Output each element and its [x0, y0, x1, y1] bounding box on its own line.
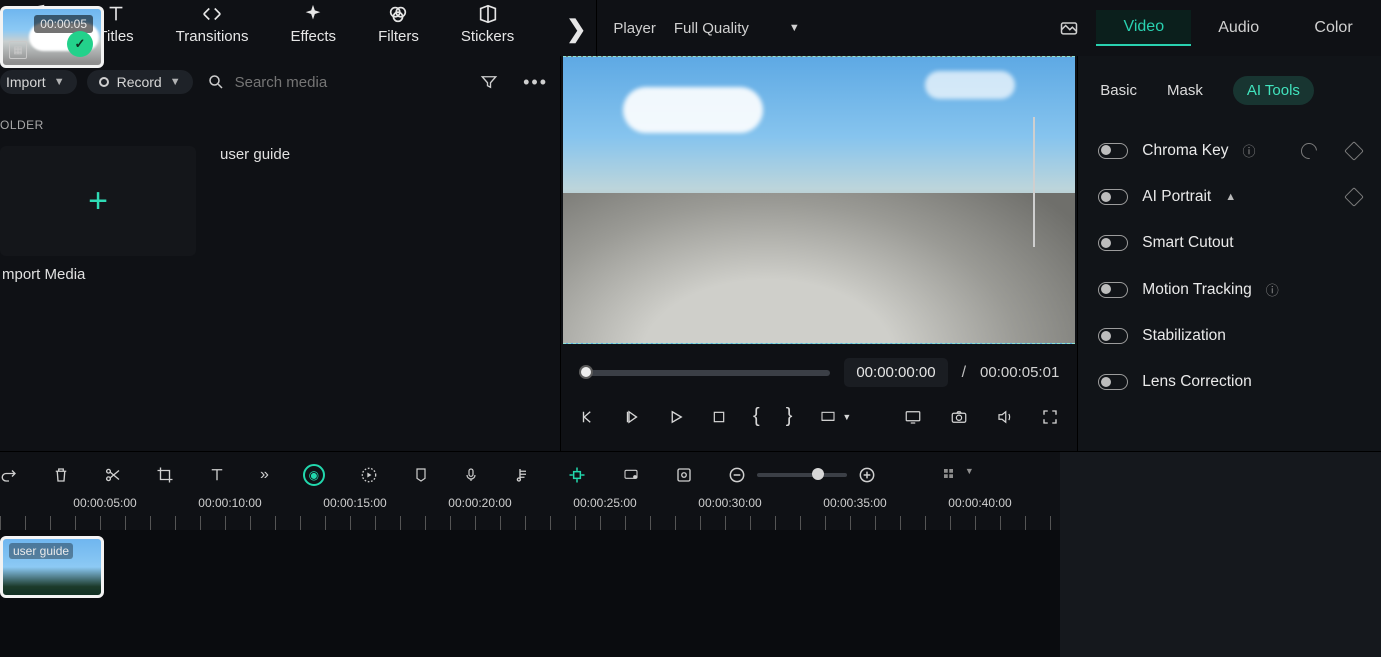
camera-snapshot-button[interactable]: [949, 408, 969, 426]
timeline-ruler[interactable]: 00:00:05:00 00:00:10:00 00:00:15:00 00:0…: [0, 496, 1060, 530]
stop-button[interactable]: [711, 409, 727, 425]
marker-button[interactable]: [413, 466, 429, 484]
audio-beat-button[interactable]: [513, 466, 533, 484]
chevron-down-icon: ▼: [170, 76, 181, 88]
text-icon: [105, 2, 127, 26]
ai-assistant-button[interactable]: ◉: [303, 464, 325, 486]
volume-button[interactable]: [995, 408, 1015, 426]
total-duration: 00:00:05:01: [980, 364, 1059, 381]
right-tab-audio[interactable]: Audio: [1191, 11, 1286, 45]
ai-lens-correction-row: Lens Correction: [1096, 359, 1363, 405]
info-icon[interactable]: ⓘ: [1242, 141, 1255, 160]
speed-button[interactable]: [359, 465, 379, 485]
transitions-icon: [201, 2, 223, 26]
record-dropdown[interactable]: Record▼: [87, 70, 193, 94]
right-tab-video[interactable]: Video: [1096, 10, 1191, 46]
more-tabs-arrow-icon[interactable]: ❯: [566, 15, 586, 44]
zoom-in-button[interactable]: [857, 465, 877, 485]
quality-dropdown[interactable]: Full Quality ▼: [674, 20, 800, 37]
ai-smart-cutout-row: Smart Cutout: [1096, 220, 1363, 266]
subtab-basic[interactable]: Basic: [1100, 82, 1137, 99]
redo-button[interactable]: [0, 466, 18, 484]
play-backward-button[interactable]: [623, 408, 641, 426]
lens-correction-toggle[interactable]: [1098, 374, 1128, 390]
voiceover-button[interactable]: [463, 465, 479, 485]
reset-icon[interactable]: [1298, 139, 1321, 162]
info-icon[interactable]: ⓘ: [1266, 280, 1279, 299]
current-time: 00:00:00:00: [844, 358, 947, 387]
search-input[interactable]: [235, 74, 415, 91]
subtab-mask[interactable]: Mask: [1167, 82, 1203, 99]
player-label: Player: [613, 20, 656, 37]
zoom-out-button[interactable]: [727, 465, 747, 485]
tab-effects[interactable]: Effects: [290, 2, 336, 45]
fullscreen-button[interactable]: [1041, 408, 1059, 426]
record-dot-icon: [99, 77, 109, 87]
mark-out-button[interactable]: }: [786, 405, 793, 428]
snapshot-icon[interactable]: [1058, 18, 1080, 38]
chroma-key-toggle[interactable]: [1098, 143, 1128, 159]
split-button[interactable]: [104, 466, 122, 484]
stickers-icon: [477, 2, 499, 26]
subtab-ai-tools[interactable]: AI Tools: [1233, 76, 1314, 105]
video-preview[interactable]: [563, 56, 1075, 344]
import-media-label: mport Media: [0, 266, 196, 283]
delete-button[interactable]: [52, 466, 70, 484]
stabilization-toggle[interactable]: [1098, 328, 1128, 344]
filters-icon: [387, 2, 409, 26]
search-icon: [207, 73, 225, 91]
crop-button[interactable]: [156, 466, 174, 484]
clip-duration-badge: 00:00:05: [34, 15, 93, 33]
layout-dropdown[interactable]: ▼: [818, 409, 851, 425]
keyframe-icon[interactable]: [1344, 187, 1364, 207]
filter-icon[interactable]: [479, 73, 499, 91]
text-button[interactable]: [208, 466, 226, 484]
keyframe-icon[interactable]: [1344, 141, 1364, 161]
ai-stabilization-row: Stabilization: [1096, 313, 1363, 359]
chevron-down-icon: ▼: [54, 76, 65, 88]
collapse-icon[interactable]: ▲: [1225, 191, 1236, 203]
keyframe-tool-button[interactable]: [621, 467, 641, 483]
display-settings-button[interactable]: [903, 408, 923, 426]
timeline-clip[interactable]: user guide: [0, 536, 104, 598]
tab-filters[interactable]: Filters: [378, 2, 419, 45]
more-tools-button[interactable]: »: [260, 466, 269, 484]
checkmark-icon: ✓: [67, 31, 93, 57]
more-options-icon[interactable]: •••: [523, 72, 548, 93]
folder-header: OLDER: [0, 108, 560, 146]
clip-label: user guide: [218, 146, 414, 163]
tab-stickers[interactable]: Stickers: [461, 2, 514, 45]
motion-tracking-toggle[interactable]: [1098, 282, 1128, 298]
ai-motion-tracking-row: Motion Tracking ⓘ: [1096, 266, 1363, 313]
auto-reframe-button[interactable]: [567, 465, 587, 485]
prev-frame-button[interactable]: [579, 408, 597, 426]
import-media-tile[interactable]: +: [0, 146, 196, 256]
tab-transitions[interactable]: Transitions: [176, 2, 249, 45]
right-tab-color[interactable]: Color: [1286, 11, 1381, 45]
zoom-slider[interactable]: [757, 473, 847, 477]
smart-cutout-toggle[interactable]: [1098, 235, 1128, 251]
plus-icon: +: [88, 182, 108, 221]
adjustment-button[interactable]: [675, 466, 693, 484]
media-clip-thumbnail[interactable]: 00:00:05 ▦ ✓: [0, 6, 104, 68]
ai-chroma-key-row: Chroma Key ⓘ: [1096, 127, 1363, 174]
play-button[interactable]: [667, 408, 685, 426]
playback-scrubber[interactable]: [579, 370, 830, 376]
chevron-down-icon: ▼: [789, 22, 800, 34]
track-view-button[interactable]: ▼: [941, 466, 974, 484]
sparkle-icon: [302, 2, 324, 26]
mark-in-button[interactable]: {: [753, 405, 760, 428]
video-type-icon: ▦: [9, 41, 27, 59]
ai-portrait-row: AI Portrait ▲: [1096, 174, 1363, 220]
ai-portrait-toggle[interactable]: [1098, 189, 1128, 205]
timeline-track[interactable]: user guide: [0, 530, 1060, 657]
import-dropdown[interactable]: Import▼: [0, 70, 77, 94]
